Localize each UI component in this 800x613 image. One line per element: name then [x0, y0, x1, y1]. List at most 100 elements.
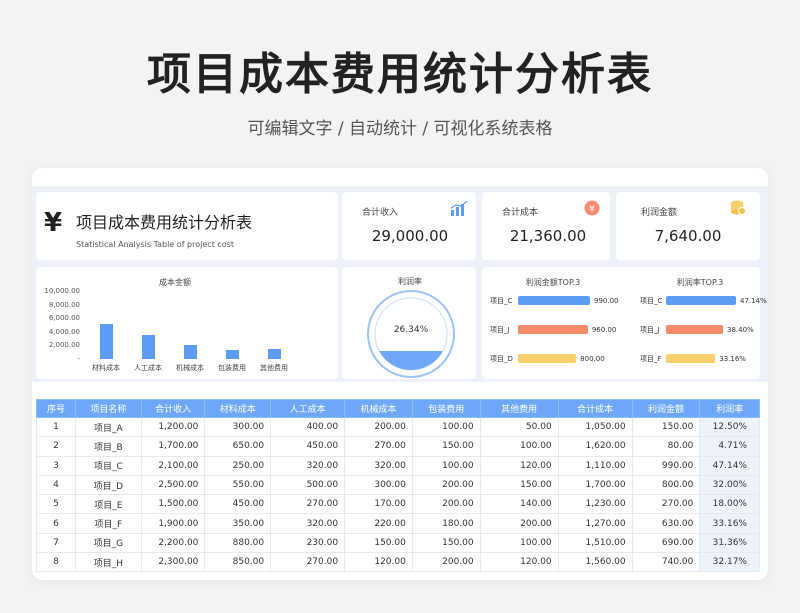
cost-bar[interactable] [141, 334, 155, 359]
table-cell: 850.00 [204, 552, 272, 573]
table-cell: 项目_B [75, 436, 142, 457]
table-cell: 项目_H [75, 552, 142, 573]
table-header-cell[interactable]: 其他费用 [479, 399, 559, 418]
table-cell: 80.00 [631, 436, 701, 457]
table-cell: 3 [35, 455, 77, 476]
table-cell: 170.00 [344, 494, 413, 515]
table-header-cell[interactable]: 包装费用 [411, 399, 481, 418]
table-cell: 320.00 [344, 455, 413, 476]
top3-value-label: 990.00 [594, 297, 619, 305]
table-cell: 300.00 [204, 416, 272, 438]
table-cell: 项目_C [75, 455, 142, 476]
table-row: 5 项目_E 1,500.00 450.00 270.00 170.00 200.00 140… [35, 494, 760, 515]
table-cell: 150.00 [479, 474, 559, 496]
table-cell: 150.00 [411, 436, 481, 457]
cost-bar[interactable] [99, 324, 113, 359]
top3-value-label: 38.40% [727, 326, 754, 334]
y-tick-label: 2,000.00 [48, 341, 80, 350]
table-cell: 1,560.00 [557, 552, 633, 573]
table-cell: 140.00 [479, 494, 559, 515]
top3-value-label: 33.16% [719, 355, 746, 363]
svg-text:¥: ¥ [589, 205, 595, 215]
kpi-cost-value: 21,360.00 [509, 227, 587, 245]
table-header-cell[interactable]: 材料成本 [204, 399, 272, 418]
table-cell: 150.00 [631, 416, 701, 438]
top3-bar[interactable] [666, 296, 736, 305]
gauge-fill [375, 351, 447, 370]
y-tick-label: 6,000.00 [48, 314, 80, 323]
table-cell: 1,700.00 [140, 436, 206, 457]
top3-bar[interactable] [518, 325, 588, 334]
table-cell: 8 [35, 552, 77, 573]
x-category-label: 包装费用 [218, 364, 246, 372]
table-row: 6 项目_F 1,900.00 350.00 320.00 220.00 180.00 200… [35, 513, 760, 534]
table-cell: 270.00 [270, 552, 346, 573]
top3-item-label: 项目_D [490, 355, 513, 363]
cost-bar[interactable] [225, 350, 239, 359]
table-cell: 1,200.00 [140, 416, 206, 438]
table-cell: 1,900.00 [140, 513, 206, 534]
table-cell: 200.00 [479, 513, 559, 534]
table-header-cell[interactable]: 利润金额 [631, 399, 701, 418]
table-cell: 1,230.00 [557, 494, 633, 515]
table-cell: 7 [35, 532, 77, 554]
table-cell: 47.14% [699, 455, 760, 476]
table-cell: 400.00 [270, 416, 346, 438]
x-category-label: 其他费用 [260, 364, 288, 372]
table-cell: 320.00 [270, 513, 346, 534]
table-header-cell[interactable]: 利润率 [699, 399, 760, 418]
table-cell: 450.00 [204, 494, 272, 515]
table-cell: 32.17% [699, 552, 760, 573]
table-cell: 2,200.00 [140, 532, 206, 554]
table-cell: 32.00% [699, 474, 760, 496]
table-cell: 1,110.00 [557, 455, 633, 476]
table-cell: 18.00% [699, 494, 760, 515]
cost-bar[interactable] [183, 345, 197, 359]
top3-item-label: 项目_C [490, 297, 513, 305]
table-cell: 120.00 [479, 552, 559, 573]
top3-rate-title: 利润率TOP.3 [676, 278, 724, 287]
table-header-cell[interactable]: 合计收入 [140, 399, 206, 418]
x-category-label: 机械成本 [176, 364, 204, 372]
table-cell: 项目_F [75, 513, 142, 534]
table-row: 2 项目_B 1,700.00 650.00 450.00 270.00 150.00 100… [35, 436, 760, 457]
gauge-title: 利润率 [398, 277, 422, 286]
page-title: 项目成本费用统计分析表 [147, 49, 653, 100]
table-cell: 100.00 [479, 532, 559, 554]
table-cell: 4 [35, 474, 77, 496]
top3-item-label: 项目_F [640, 355, 662, 363]
table-cell: 项目_G [75, 532, 142, 554]
page-subtitle: 可编辑文字 / 自动统计 / 可视化系统表格 [247, 119, 553, 139]
x-category-label: 人工成本 [134, 364, 162, 372]
table-cell: 320.00 [270, 455, 346, 476]
y-tick-label: 4,000.00 [48, 327, 80, 336]
table-cell: 1,050.00 [557, 416, 633, 438]
table-header-cell[interactable]: 序号 [35, 399, 77, 418]
table-row: 7 项目_G 2,200.00 880.00 230.00 150.00 150.00 100… [35, 532, 760, 554]
table-header-cell[interactable]: 合计成本 [557, 399, 633, 418]
table-cell: 100.00 [479, 436, 559, 457]
x-category-label: 材料成本 [92, 364, 120, 372]
table-row: 8 项目_H 2,300.00 850.00 270.00 120.00 200.00 120… [35, 552, 760, 573]
panel-title: 项目成本费用统计分析表 [76, 213, 253, 232]
table-header-cell[interactable]: 项目名称 [75, 399, 142, 418]
table-cell: 120.00 [479, 455, 559, 476]
panel-subtitle-en: Statistical Analysis Table of project co… [76, 240, 234, 249]
table-cell: 450.00 [270, 436, 346, 457]
top3-item-label: 项目_J [640, 326, 660, 334]
table-header-cell[interactable]: 机械成本 [344, 399, 413, 418]
top3-bar[interactable] [666, 325, 724, 334]
top3-bar[interactable] [518, 296, 590, 305]
table-cell: 270.00 [631, 494, 701, 515]
top3-bar[interactable] [518, 354, 577, 363]
top3-value-label: 800.00 [580, 355, 605, 363]
table-cell: 6 [35, 513, 77, 534]
table-cell: 2,100.00 [140, 455, 206, 476]
top3-bar[interactable] [666, 354, 716, 363]
cost-bar[interactable] [267, 349, 281, 359]
table-row: 1 项目_A 1,200.00 300.00 400.00 200.00 100.00 50.… [35, 416, 760, 438]
kpi-profit-value: 7,640.00 [654, 227, 722, 245]
top3-profit-title: 利润金额TOP.3 [525, 278, 581, 287]
table-header-cell[interactable]: 人工成本 [270, 399, 346, 418]
table-header-row: 序号 项目名称 合计收入 材料成本 人工成本 机械成本 包装费用 其他费用 合计成本 利润金额 利润… [35, 399, 760, 418]
